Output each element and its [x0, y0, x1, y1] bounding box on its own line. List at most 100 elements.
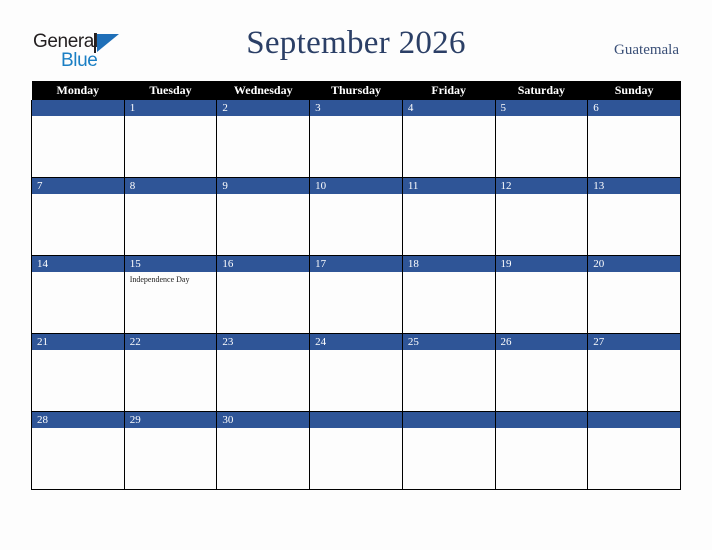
day-cell-inner	[495, 412, 588, 489]
calendar-day-cell[interactable]: 11	[401, 177, 496, 256]
day-cell-inner	[310, 412, 402, 489]
weekday-header-friday: Friday	[402, 81, 496, 100]
day-cell-inner: 23	[217, 334, 310, 411]
day-number: 12	[495, 178, 588, 194]
day-cell-inner: 26	[495, 334, 588, 411]
day-cell-inner: 20	[588, 256, 680, 333]
day-events	[588, 272, 680, 275]
calendar-day-cell[interactable]	[31, 100, 125, 178]
day-number: 2	[217, 100, 310, 116]
calendar-day-cell[interactable]: 12	[494, 177, 589, 256]
calendar-day-cell[interactable]: 1	[123, 100, 218, 178]
calendar-day-cell[interactable]: 8	[123, 177, 218, 256]
day-events	[403, 194, 495, 197]
day-cell-inner: 30	[217, 412, 310, 489]
day-number: 11	[402, 178, 495, 194]
day-number: 17	[310, 256, 402, 272]
calendar-day-cell[interactable]	[401, 411, 496, 490]
day-events	[588, 350, 680, 353]
calendar-day-cell[interactable]: 29	[123, 411, 218, 490]
calendar-day-cell[interactable]: 20	[587, 255, 681, 334]
calendar-day-cell[interactable]: 19	[494, 255, 589, 334]
day-cell-inner: 29	[124, 412, 217, 489]
day-number: 29	[124, 412, 217, 428]
calendar-day-cell[interactable]: 30	[216, 411, 311, 490]
day-cell-inner: 27	[588, 334, 680, 411]
day-number	[32, 100, 124, 116]
day-cell-inner: 9	[217, 178, 310, 255]
calendar-day-cell[interactable]: 10	[309, 177, 403, 256]
day-number: 18	[402, 256, 495, 272]
day-cell-inner: 21	[32, 334, 124, 411]
calendar-day-cell[interactable]	[587, 411, 681, 490]
day-cell-inner: 1	[124, 100, 217, 177]
calendar-day-cell[interactable]: 17	[309, 255, 403, 334]
calendar-day-cell[interactable]	[494, 411, 589, 490]
day-cell-inner: 7	[32, 178, 124, 255]
day-events	[125, 116, 217, 119]
day-number	[495, 412, 588, 428]
day-events	[496, 116, 588, 119]
calendar-week-row: 123456	[31, 100, 681, 178]
page-header: General Blue September 2026 Guatemala	[0, 0, 712, 80]
calendar-week-row: 7 8 9 10 11 12 13	[31, 177, 681, 256]
day-events	[217, 350, 309, 353]
day-cell-inner: 14	[32, 256, 124, 333]
calendar-day-cell[interactable]: 3	[309, 100, 403, 178]
day-cell-inner: 24	[310, 334, 402, 411]
calendar-day-cell[interactable]: 5	[494, 100, 589, 178]
day-events	[496, 428, 588, 431]
day-cell-inner: 22	[124, 334, 217, 411]
calendar-day-cell[interactable]: 25	[401, 333, 496, 412]
day-number: 13	[588, 178, 680, 194]
day-events	[217, 194, 309, 197]
day-number: 21	[32, 334, 124, 350]
calendar-day-cell[interactable]: 13	[587, 177, 681, 256]
calendar-day-cell[interactable]: 28	[31, 411, 125, 490]
calendar-day-cell[interactable]: 27	[587, 333, 681, 412]
day-number: 24	[310, 334, 402, 350]
day-events	[588, 428, 680, 431]
day-cell-inner	[32, 100, 124, 177]
day-number: 10	[310, 178, 402, 194]
day-number: 20	[588, 256, 680, 272]
calendar-day-cell[interactable]: 23	[216, 333, 311, 412]
calendar-day-cell[interactable]: 16	[216, 255, 311, 334]
calendar-day-cell[interactable]: 6	[587, 100, 681, 178]
calendar-day-cell[interactable]: 14	[31, 255, 125, 334]
day-number: 4	[402, 100, 495, 116]
day-number: 15	[124, 256, 217, 272]
calendar-day-cell[interactable]: 2	[216, 100, 311, 178]
day-number: 5	[495, 100, 588, 116]
holiday-event-label: Independence Day	[129, 275, 190, 284]
day-events	[496, 194, 588, 197]
day-events	[217, 428, 309, 431]
calendar-day-cell[interactable]: 22	[123, 333, 218, 412]
calendar-day-cell[interactable]: 7	[31, 177, 125, 256]
calendar-day-cell[interactable]: 24	[309, 333, 403, 412]
day-number: 7	[32, 178, 124, 194]
calendar-week-row: 28 29 30	[31, 411, 681, 490]
calendar-day-cell[interactable]	[309, 411, 403, 490]
calendar-week-row: 14 15 Independence Day 16 17 18 19 20	[31, 255, 681, 334]
calendar-day-cell[interactable]: 26	[494, 333, 589, 412]
calendar-body: 1 2 3 4 5 6 7 8 9 10 11 12 13 14 15 Independence Day 16 1…	[31, 100, 681, 490]
weekday-header-saturday: Saturday	[495, 81, 588, 100]
weekday-header-monday: Monday	[31, 81, 125, 100]
calendar-day-cell[interactable]: 18	[401, 255, 496, 334]
day-cell-inner: 16	[217, 256, 310, 333]
weekday-header-tuesday: Tuesday	[124, 81, 217, 100]
calendar-day-cell[interactable]: 4	[401, 100, 496, 178]
calendar-day-cell[interactable]: 9	[216, 177, 311, 256]
day-events	[310, 350, 402, 353]
day-number: 30	[217, 412, 310, 428]
calendar-page: General Blue September 2026 Guatemala Mo…	[0, 0, 712, 550]
day-events	[310, 272, 402, 275]
calendar-day-cell[interactable]: 15 Independence Day	[123, 255, 218, 334]
day-events	[403, 350, 495, 353]
page-title: September 2026	[246, 25, 466, 61]
day-events	[32, 428, 124, 431]
calendar-day-cell[interactable]: 21	[31, 333, 125, 412]
day-events	[310, 116, 402, 119]
day-number: 9	[217, 178, 310, 194]
